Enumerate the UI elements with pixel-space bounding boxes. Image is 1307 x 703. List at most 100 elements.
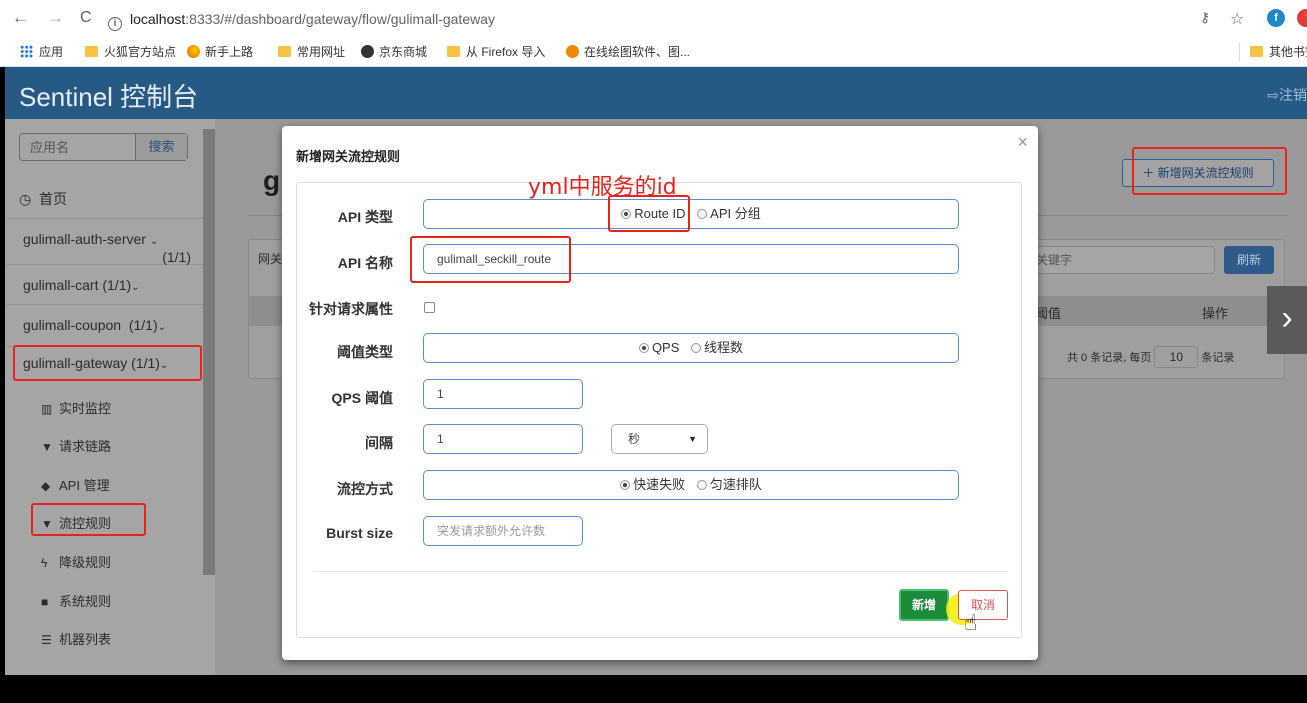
- bookmark-apps[interactable]: 应用: [20, 44, 63, 60]
- interval-input[interactable]: [424, 425, 582, 453]
- column-operations: 操作: [1202, 306, 1229, 321]
- request-attr-checkbox[interactable]: [424, 302, 435, 313]
- threshold-type-label: 阈值类型: [337, 344, 393, 360]
- column-threshold: 阈值: [1035, 306, 1062, 321]
- dialog-divider: [313, 571, 1008, 572]
- radio-rate-limiter[interactable]: 匀速排队: [696, 477, 762, 492]
- menu-api-management[interactable]: ◆ API 管理: [41, 475, 110, 494]
- control-mode-label: 流控方式: [337, 481, 393, 497]
- extension-alert-icon[interactable]: ❗: [1297, 9, 1307, 27]
- api-name-label: API 名称: [337, 255, 393, 271]
- burst-size-input[interactable]: [424, 517, 582, 545]
- filter-icon: ▼: [41, 517, 53, 531]
- api-type-group: Route ID API 分组: [423, 199, 959, 229]
- menu-realtime-monitor[interactable]: ▥ 实时监控: [41, 398, 111, 417]
- search-button[interactable]: 搜索: [135, 134, 187, 160]
- keyword-input[interactable]: 关键字: [1033, 246, 1215, 274]
- folder-icon: [1250, 46, 1263, 57]
- page-size-input[interactable]: 10: [1154, 346, 1199, 368]
- sidebar-item-cart[interactable]: gulimall-cart (1/1)⌄: [5, 265, 203, 305]
- plus-icon: ＋: [1142, 166, 1155, 180]
- burst-size-label: Burst size: [326, 525, 393, 541]
- qps-threshold-field[interactable]: [423, 379, 583, 409]
- sidebar-item-home[interactable]: ◷ 首页: [5, 179, 203, 219]
- radio-api-group[interactable]: API 分组: [697, 206, 761, 221]
- menu-flow-rules[interactable]: ▼ 流控规则: [41, 513, 111, 532]
- radio-route-id[interactable]: Route ID: [621, 206, 686, 221]
- bookmark-common-sites[interactable]: 常用网址: [278, 44, 345, 60]
- add-button[interactable]: 新增: [899, 589, 949, 621]
- firefox-icon: [187, 45, 200, 58]
- pager: 共 0 条记录, 每页 10 条记录: [1067, 346, 1234, 368]
- qps-threshold-input[interactable]: [424, 380, 582, 408]
- chevron-down-icon: ⌄: [131, 282, 140, 293]
- dialog-body: API 类型 Route ID API 分组 API 名称 针对请求属性 阈值类…: [296, 182, 1022, 638]
- logout-link[interactable]: ⇨注销: [1267, 85, 1307, 105]
- menu-system-rules[interactable]: ■ 系统规则: [41, 591, 111, 610]
- hand-cursor-icon: ☝: [964, 610, 978, 635]
- star-icon[interactable]: ☆: [1230, 9, 1244, 29]
- bookmark-getting-started[interactable]: 新手上路: [187, 44, 253, 60]
- radio-unchecked-icon: [697, 209, 708, 219]
- forward-arrow-icon[interactable]: →: [47, 8, 64, 28]
- radio-thread-count[interactable]: 线程数: [691, 340, 743, 355]
- sidebar-item-gateway[interactable]: gulimall-gateway (1/1)⌄: [5, 347, 203, 387]
- radio-unchecked-icon: [696, 480, 707, 490]
- menu-request-chain[interactable]: ▼ 请求链路: [41, 436, 111, 455]
- bolt-icon: ϟ: [41, 556, 48, 570]
- dialog-title: 新增网关流控规则: [296, 149, 401, 164]
- qps-threshold-label: QPS 阈值: [331, 390, 393, 406]
- radio-fail-fast[interactable]: 快速失败: [620, 477, 685, 492]
- chevron-down-icon: ⌄: [157, 322, 167, 333]
- folder-icon: [85, 46, 98, 57]
- close-icon[interactable]: ×: [1017, 132, 1028, 153]
- browser-toolbar: ← → C i localhost:8333/#/dashboard/gatewa…: [0, 0, 1307, 38]
- sidebar-item-coupon[interactable]: gulimall-coupon (1/1)⌄: [5, 305, 203, 347]
- info-icon[interactable]: i: [108, 17, 122, 31]
- menu-machine-list[interactable]: ☰ 机器列表: [41, 629, 111, 648]
- api-name-field[interactable]: [423, 244, 959, 274]
- add-gateway-rule-button[interactable]: ＋ 新增网关流控规则: [1122, 159, 1274, 187]
- threshold-type-group: QPS 线程数: [423, 333, 959, 363]
- bookmark-other[interactable]: 其他书签: [1250, 44, 1307, 60]
- app-search-input[interactable]: [20, 134, 134, 160]
- key-icon[interactable]: ⚷: [1200, 9, 1210, 26]
- chevron-down-icon: ⌄: [159, 360, 169, 371]
- refresh-button[interactable]: 刷新: [1224, 246, 1274, 274]
- url-host: localhost: [130, 11, 186, 27]
- caret-down-icon: ▼: [688, 434, 697, 444]
- reload-icon[interactable]: C: [80, 8, 92, 28]
- add-gateway-rule-dialog: 新增网关流控规则 × API 类型 Route ID API 分组 API 名称…: [282, 126, 1038, 660]
- folder-icon: [278, 46, 291, 57]
- burst-size-field[interactable]: [423, 516, 583, 546]
- chevron-right-icon[interactable]: ›: [1267, 286, 1307, 354]
- annotation-note: yml中服务的id: [528, 175, 677, 200]
- back-arrow-icon[interactable]: ←: [12, 8, 29, 28]
- control-mode-group: 快速失败 匀速排队: [423, 470, 959, 500]
- extension-f-icon[interactable]: f: [1267, 9, 1285, 27]
- app-header: Sentinel 控制台 ⇨注销: [5, 67, 1307, 119]
- bookmark-drawio[interactable]: 在线绘图软件、图...: [566, 44, 690, 60]
- api-type-label: API 类型: [337, 209, 393, 225]
- dashboard-icon: ◷: [19, 191, 32, 207]
- bookmarks-bar: 应用 火狐官方站点 新手上路 常用网址 京东商城 从 Firefox 导入 在线…: [0, 38, 1307, 67]
- url-path: :8333/#/dashboard/gateway/flow/gulimall-…: [185, 11, 496, 27]
- bookmark-jd[interactable]: 京东商城: [361, 44, 427, 60]
- sidebar-item-auth-server[interactable]: gulimall-auth-server ⌄ (1/1): [5, 223, 203, 265]
- interval-field[interactable]: [423, 424, 583, 454]
- bookmark-firefox-site[interactable]: 火狐官方站点: [85, 44, 176, 60]
- app-search: 搜索: [19, 133, 188, 161]
- bookmark-firefox-import[interactable]: 从 Firefox 导入: [447, 44, 545, 60]
- sidebar-scrollbar[interactable]: [203, 129, 215, 575]
- radio-checked-icon: [620, 480, 631, 490]
- taskbar: [0, 675, 1307, 703]
- radio-qps[interactable]: QPS: [638, 340, 679, 355]
- menu-degrade-rules[interactable]: ϟ 降级规则: [41, 552, 111, 571]
- brand-title[interactable]: Sentinel 控制台: [19, 77, 198, 114]
- gateway-label: 网关: [258, 252, 283, 266]
- apps-grid-icon: [20, 45, 33, 58]
- chevron-down-icon: ⌄: [149, 236, 159, 247]
- address-bar[interactable]: i localhost:8333/#/dashboard/gateway/flow…: [108, 7, 1188, 31]
- api-name-input[interactable]: [424, 245, 958, 273]
- interval-unit-select[interactable]: 秒 ▼: [611, 424, 708, 454]
